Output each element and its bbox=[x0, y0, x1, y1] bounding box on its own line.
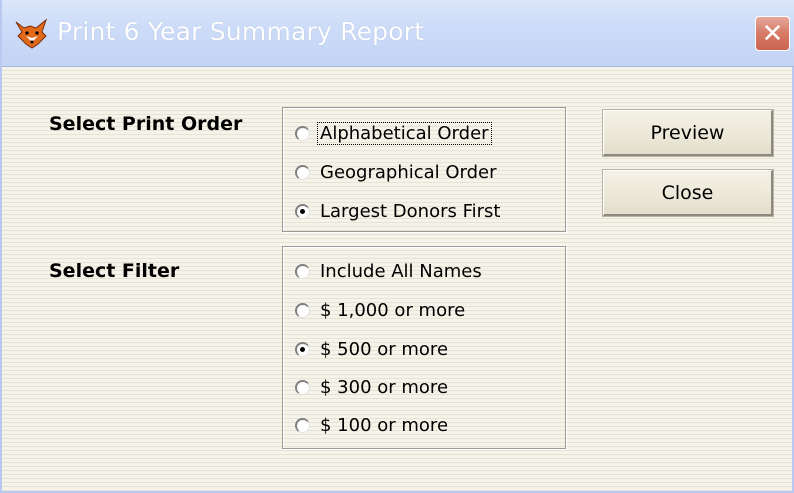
close-button[interactable]: Close bbox=[603, 170, 773, 216]
close-window-button[interactable]: ✕ bbox=[755, 16, 790, 51]
radio-label: Alphabetical Order bbox=[317, 121, 492, 145]
filter-label: Select Filter bbox=[49, 260, 180, 282]
title-bar[interactable]: Print 6 Year Summary Report ✕ bbox=[2, 0, 794, 67]
radio-label: $ 500 or more bbox=[320, 338, 449, 360]
radio-button[interactable] bbox=[295, 341, 310, 357]
radio-button[interactable] bbox=[295, 263, 310, 279]
radio-label: $ 100 or more bbox=[320, 414, 449, 436]
radio-label: Largest Donors First bbox=[320, 200, 501, 222]
fox-icon bbox=[15, 18, 48, 49]
radio-500-or-more[interactable]: $ 500 or more bbox=[295, 334, 450, 364]
radio-100-or-more[interactable]: $ 100 or more bbox=[295, 410, 450, 440]
window-title: Print 6 Year Summary Report bbox=[57, 17, 425, 46]
print-order-label: Select Print Order bbox=[49, 113, 243, 135]
radio-300-or-more[interactable]: $ 300 or more bbox=[295, 372, 450, 402]
radio-include-all-names[interactable]: Include All Names bbox=[295, 256, 484, 286]
radio-label: Geographical Order bbox=[320, 161, 497, 183]
preview-button[interactable]: Preview bbox=[603, 110, 773, 156]
radio-largest-donors-first[interactable]: Largest Donors First bbox=[295, 196, 502, 226]
radio-geographical-order[interactable]: Geographical Order bbox=[295, 157, 499, 187]
radio-button[interactable] bbox=[295, 203, 310, 219]
radio-label: Include All Names bbox=[320, 260, 482, 282]
print-order-group: Alphabetical Order Geographical Order La… bbox=[282, 107, 566, 232]
radio-button[interactable] bbox=[295, 417, 310, 433]
radio-button[interactable] bbox=[295, 379, 310, 395]
dialog-window: Print 6 Year Summary Report ✕ Select Pri… bbox=[0, 0, 794, 493]
close-icon: ✕ bbox=[761, 18, 784, 49]
radio-label: $ 1,000 or more bbox=[320, 299, 466, 321]
filter-group: Include All Names $ 1,000 or more $ 500 … bbox=[282, 246, 566, 449]
radio-button[interactable] bbox=[295, 164, 310, 180]
radio-button[interactable] bbox=[295, 125, 310, 141]
radio-button[interactable] bbox=[295, 302, 310, 318]
radio-1000-or-more[interactable]: $ 1,000 or more bbox=[295, 295, 467, 325]
radio-alphabetical-order[interactable]: Alphabetical Order bbox=[295, 118, 492, 148]
dialog-body: Select Print Order Alphabetical Order Ge… bbox=[2, 67, 792, 491]
radio-label: $ 300 or more bbox=[320, 376, 449, 398]
